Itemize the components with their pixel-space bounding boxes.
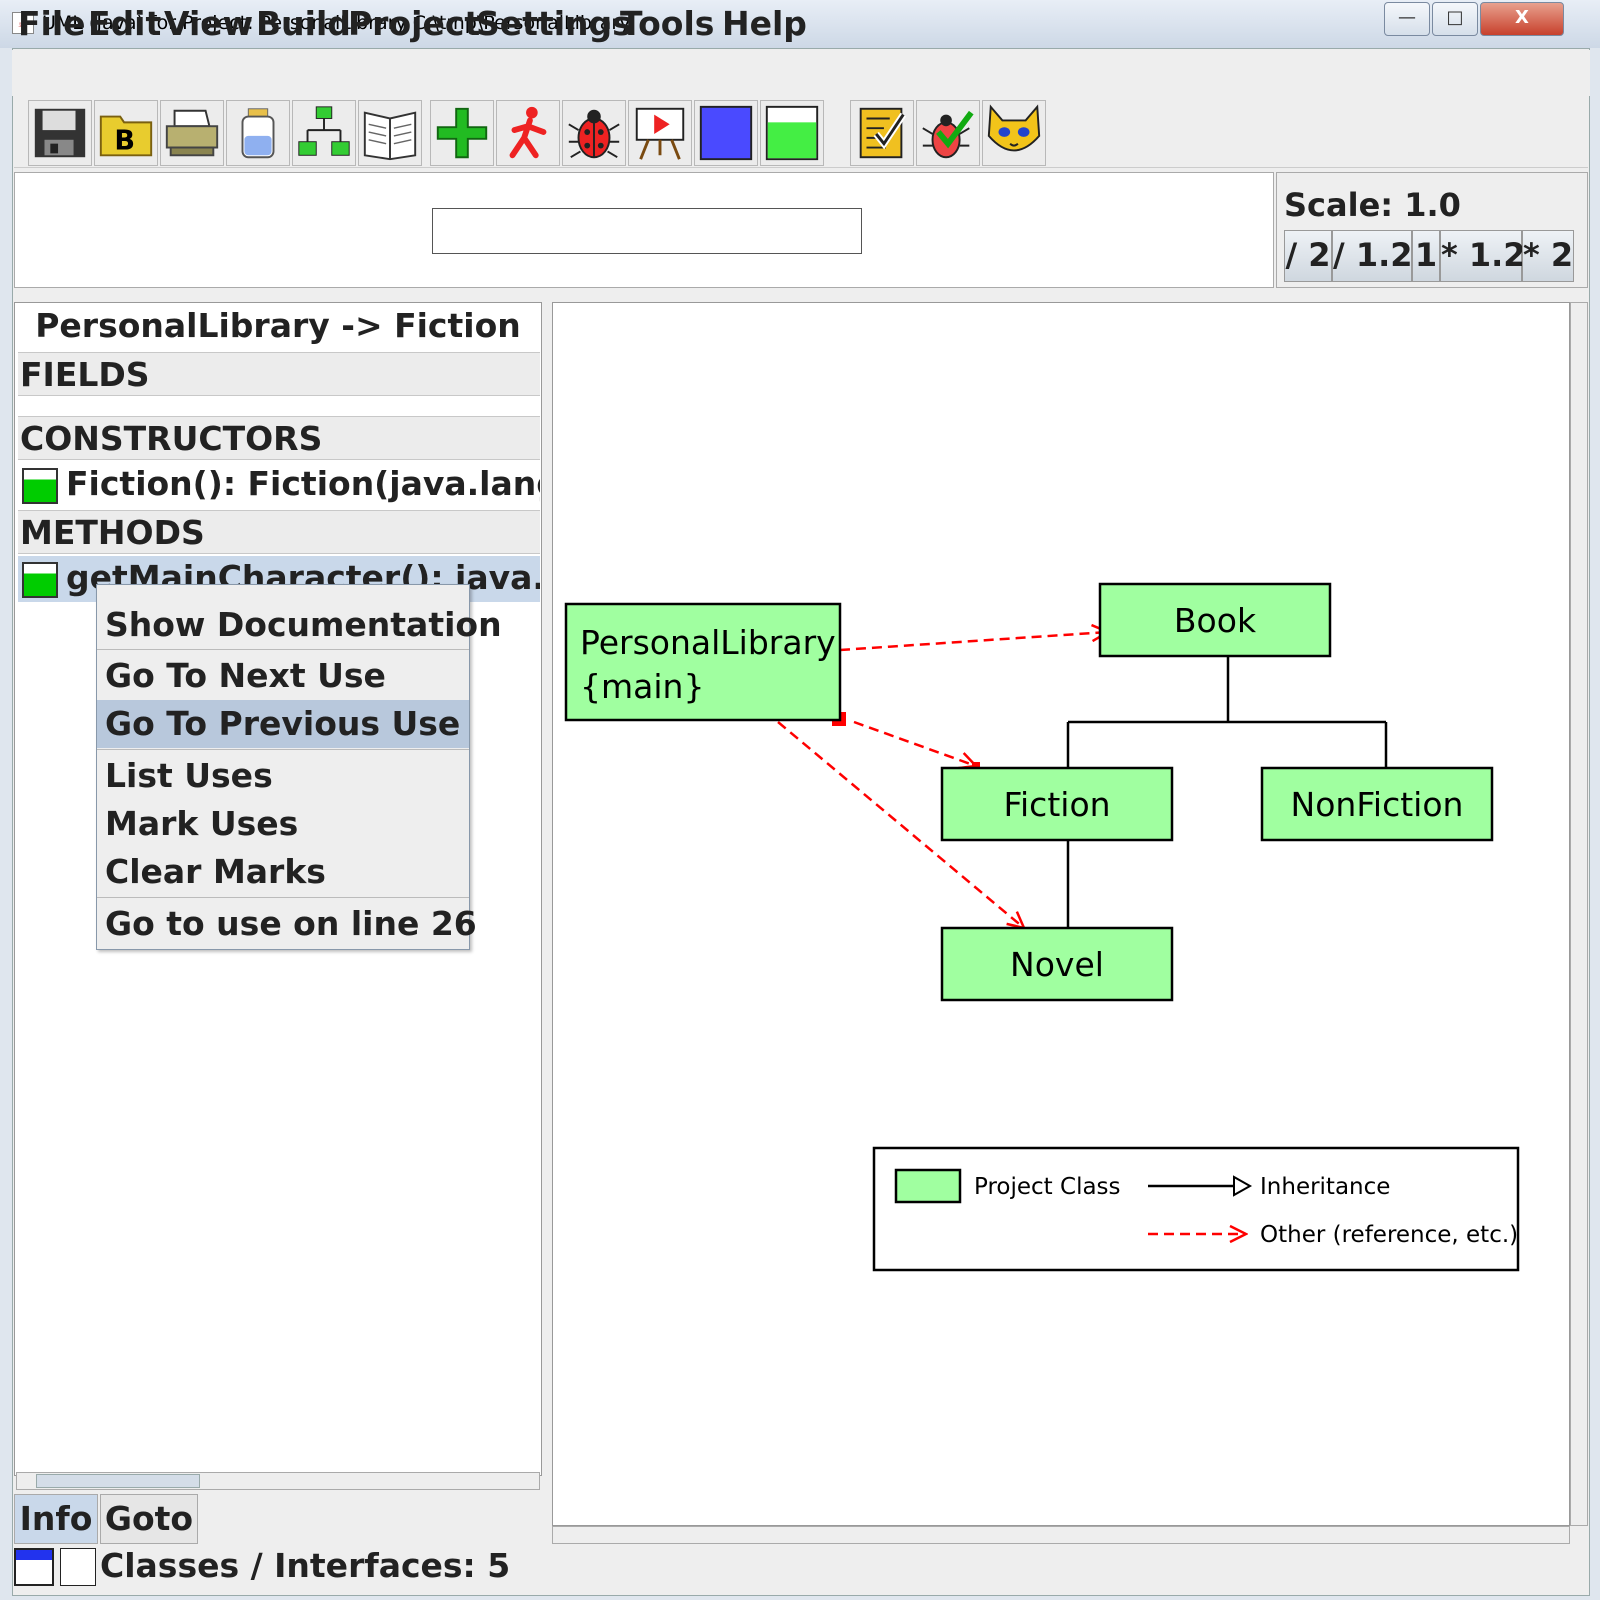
blue-square-button[interactable] — [694, 100, 758, 166]
menu-project[interactable]: Project — [348, 4, 480, 43]
cat-button[interactable] — [982, 100, 1046, 166]
methods-header: METHODS — [18, 510, 540, 554]
green-square-button[interactable] — [760, 100, 824, 166]
status-classes-count: Classes / Interfaces: 5 — [100, 1546, 511, 1585]
menu-tools[interactable]: Tools — [620, 4, 714, 43]
svg-text:Novel: Novel — [1010, 945, 1104, 984]
class-personallibrary[interactable]: PersonalLibrary {main} — [564, 602, 842, 722]
svg-text:Book: Book — [1174, 601, 1257, 640]
scale-divide-2-button[interactable]: / 2 — [1284, 230, 1332, 282]
menu-separator — [97, 897, 469, 898]
menu-show-documentation[interactable]: Show Documentation — [97, 601, 502, 649]
jar-button[interactable] — [226, 100, 290, 166]
menu-go-to-previous-use[interactable]: Go To Previous Use — [97, 700, 469, 748]
checklist-icon — [859, 107, 907, 159]
checklist-button[interactable] — [850, 100, 914, 166]
status-blank-icon — [60, 1548, 96, 1586]
hierarchy-icon — [298, 106, 350, 156]
maximize-button[interactable]: □ — [1432, 2, 1478, 36]
svg-text:B: B — [114, 125, 135, 156]
class-book[interactable]: Book — [1098, 582, 1332, 658]
scale-divide-1-2-button[interactable]: / 1.2 — [1332, 230, 1413, 282]
legend-project-class-swatch — [894, 1168, 962, 1204]
menu-list-uses[interactable]: List Uses — [97, 752, 469, 800]
blue-square-icon — [699, 105, 753, 161]
constructors-header: CONSTRUCTORS — [18, 416, 540, 460]
minimize-button[interactable]: — — [1384, 2, 1430, 36]
legend-inheritance: Inheritance — [1260, 1174, 1390, 1200]
menu-separator — [97, 649, 469, 650]
scale-multiply-1-2-button[interactable]: * 1.2 — [1440, 230, 1526, 282]
menu-help[interactable]: Help — [722, 4, 807, 43]
svg-text:PersonalLibrary: PersonalLibrary — [580, 623, 836, 662]
svg-text:{main}: {main} — [580, 667, 704, 706]
uml-diagram: PersonalLibrary {main} Book Fiction NonF… — [564, 582, 1520, 1272]
menu-mark-uses[interactable]: Mark Uses — [97, 800, 469, 848]
legend: Project Class Inheritance Other (referen… — [872, 1146, 1520, 1272]
jar-icon — [241, 108, 275, 159]
close-button[interactable]: X — [1480, 2, 1564, 36]
method-icon — [22, 561, 58, 598]
applet-icon — [635, 107, 685, 160]
menu-go-to-next-use[interactable]: Go To Next Use — [97, 652, 469, 700]
svg-text:Fiction: Fiction — [1003, 785, 1110, 824]
tab-info[interactable]: Info — [14, 1494, 98, 1544]
reference-personallibrary-fiction — [853, 720, 976, 766]
run-button[interactable] — [496, 100, 560, 166]
debug-check-button[interactable] — [916, 100, 980, 166]
browse-button[interactable]: B — [94, 100, 158, 166]
add-icon — [436, 107, 488, 159]
status-back-icon[interactable] — [14, 1548, 54, 1586]
class-novel[interactable]: Novel — [940, 926, 1174, 1002]
menu-separator — [97, 749, 469, 750]
applet-button[interactable] — [628, 100, 692, 166]
menu-build[interactable]: Build — [256, 4, 351, 43]
hierarchy-button[interactable] — [292, 100, 356, 166]
browse-icon: B — [99, 115, 153, 156]
svg-text:NonFiction: NonFiction — [1291, 785, 1464, 824]
save-icon — [34, 108, 86, 158]
cat-icon — [987, 104, 1041, 152]
reference-personallibrary-book — [839, 632, 1108, 652]
run-icon — [509, 106, 547, 159]
canvas-vertical-scrollbar[interactable] — [1570, 302, 1588, 1526]
legend-project-class: Project Class — [974, 1174, 1121, 1200]
print-icon — [165, 109, 219, 157]
inheritance-fiction-nonfiction-book — [1066, 647, 1388, 768]
documentation-button[interactable] — [358, 100, 422, 166]
info-panel-title: PersonalLibrary -> Fiction — [35, 306, 521, 345]
save-button[interactable] — [28, 100, 92, 166]
fields-header: FIELDS — [18, 352, 540, 396]
debug-icon — [568, 109, 620, 159]
menu-go-to-use-line[interactable]: Go to use on line 26 — [97, 900, 477, 948]
find-input[interactable] — [432, 208, 862, 254]
scale-label: Scale: 1.0 — [1284, 186, 1461, 224]
debug-button[interactable] — [562, 100, 626, 166]
scale-multiply-2-button[interactable]: * 2 — [1522, 230, 1574, 282]
constructor-icon — [22, 467, 58, 504]
menu-view[interactable]: View — [164, 4, 253, 43]
print-button[interactable] — [160, 100, 224, 166]
tab-goto[interactable]: Goto — [100, 1494, 198, 1544]
legend-other: Other (reference, etc.) — [1260, 1222, 1518, 1248]
green-square-icon — [765, 105, 819, 161]
menu-settings[interactable]: Settings — [476, 4, 632, 43]
add-button[interactable] — [430, 100, 494, 166]
constructor-row[interactable]: Fiction(): Fiction(java.lang.String — [18, 462, 540, 508]
book-icon — [363, 111, 417, 161]
canvas-horizontal-scrollbar[interactable] — [552, 1526, 1570, 1544]
class-nonfiction[interactable]: NonFiction — [1260, 766, 1494, 842]
info-scroll-thumb[interactable] — [36, 1474, 200, 1488]
class-fiction[interactable]: Fiction — [940, 766, 1174, 842]
debug-check-icon — [922, 110, 974, 159]
menu-file[interactable]: File — [18, 4, 86, 43]
constructor-signature: Fiction(): Fiction(java.lang.String — [66, 464, 540, 503]
menu-bar — [12, 50, 1590, 96]
scale-reset-button[interactable]: 1 — [1412, 230, 1440, 282]
menu-clear-marks[interactable]: Clear Marks — [97, 848, 469, 896]
menu-edit[interactable]: Edit — [88, 4, 161, 43]
